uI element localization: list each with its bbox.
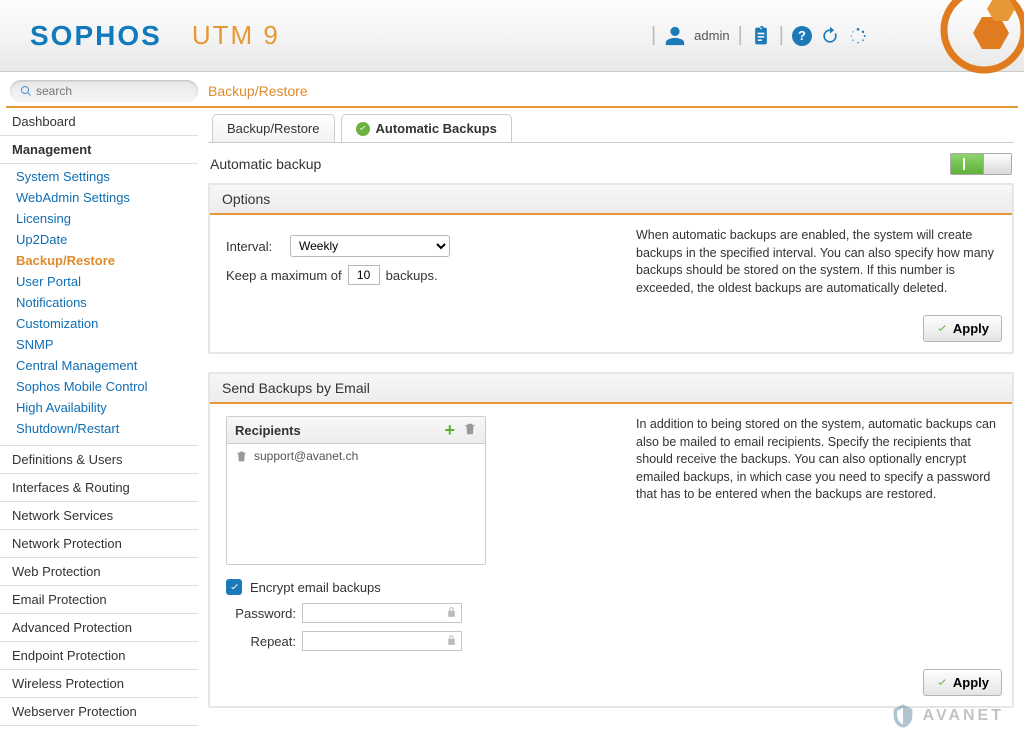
lock-icon [445, 634, 458, 647]
sidebar-section-management[interactable]: Management [0, 136, 198, 164]
button-label: Apply [953, 675, 989, 690]
refresh-icon[interactable] [820, 26, 840, 46]
repeat-label: Repeat: [226, 634, 296, 649]
recipient-row[interactable]: support@avanet.ch [227, 444, 485, 564]
sidebar-item-central-management[interactable]: Central Management [0, 355, 198, 376]
automatic-backup-toggle[interactable] [950, 153, 1012, 175]
sidebar-section-network-protection[interactable]: Network Protection [0, 530, 198, 558]
sidebar-item-user-portal[interactable]: User Portal [0, 271, 198, 292]
keep-suffix: backups. [386, 268, 438, 283]
breadcrumb: Backup/Restore [208, 83, 308, 99]
product-name: UTM 9 [192, 20, 280, 51]
sidebar-section-endpoint-protection[interactable]: Endpoint Protection [0, 642, 198, 670]
sidebar-item-system-settings[interactable]: System Settings [0, 166, 198, 187]
interval-select[interactable]: Weekly [290, 235, 450, 257]
check-icon [936, 323, 948, 335]
search-icon [20, 85, 32, 97]
recipients-label: Recipients [235, 423, 301, 438]
keep-max-input[interactable] [348, 265, 380, 285]
help-icon[interactable]: ? [792, 26, 812, 46]
tab-label: Automatic Backups [376, 121, 497, 136]
sidebar-section-interfaces[interactable]: Interfaces & Routing [0, 474, 198, 502]
encrypt-label: Encrypt email backups [250, 580, 381, 595]
sidebar-section-advanced-protection[interactable]: Advanced Protection [0, 614, 198, 642]
sidebar-item-shutdown-restart[interactable]: Shutdown/Restart [0, 418, 198, 439]
watermark-text: AVANET [923, 707, 1004, 725]
tab-label: Backup/Restore [227, 121, 320, 136]
recipients-box: Recipients + support@avanet.ch [226, 416, 486, 565]
encrypt-checkbox[interactable] [226, 579, 242, 595]
trash-icon[interactable] [235, 450, 248, 463]
apply-options-button[interactable]: Apply [923, 315, 1002, 342]
watermark: AVANET [889, 702, 1004, 730]
sidebar-item-webadmin-settings[interactable]: WebAdmin Settings [0, 187, 198, 208]
section-title: Automatic backup [210, 156, 321, 172]
panel-header: Send Backups by Email [210, 374, 1012, 404]
repeat-password-input[interactable] [302, 631, 462, 651]
search-field[interactable] [36, 84, 176, 98]
delete-recipient-icon[interactable] [463, 422, 477, 439]
password-label: Password: [226, 606, 296, 621]
sidebar: Dashboard Management System Settings Web… [0, 108, 198, 736]
check-icon [936, 677, 948, 689]
interval-label: Interval: [226, 239, 282, 254]
apply-email-button[interactable]: Apply [923, 669, 1002, 696]
password-input[interactable] [302, 603, 462, 623]
search-input[interactable] [10, 80, 198, 102]
options-help-text: When automatic backups are enabled, the … [636, 227, 996, 297]
loading-icon[interactable] [848, 26, 868, 46]
sidebar-item-sophos-mobile[interactable]: Sophos Mobile Control [0, 376, 198, 397]
separator: | [779, 24, 784, 47]
brand-logo: SOPHOS [30, 20, 162, 52]
add-recipient-icon[interactable]: + [444, 421, 455, 439]
options-panel: Options Interval: Weekly Keep a maximum … [208, 183, 1014, 354]
separator: | [651, 24, 656, 47]
app-header: SOPHOS UTM 9 | admin | | ? [0, 0, 1024, 72]
username[interactable]: admin [694, 28, 729, 43]
sidebar-item-up2date[interactable]: Up2Date [0, 229, 198, 250]
button-label: Apply [953, 321, 989, 336]
send-email-panel: Send Backups by Email Recipients + [208, 372, 1014, 708]
keep-prefix: Keep a maximum of [226, 268, 342, 283]
sidebar-item-dashboard[interactable]: Dashboard [0, 108, 198, 136]
sidebar-item-customization[interactable]: Customization [0, 313, 198, 334]
sidebar-section-definitions[interactable]: Definitions & Users [0, 446, 198, 474]
panel-header: Options [210, 185, 1012, 215]
recipient-email: support@avanet.ch [254, 449, 358, 463]
user-icon [664, 25, 686, 47]
hex-logo [894, 0, 1024, 78]
sidebar-item-high-availability[interactable]: High Availability [0, 397, 198, 418]
sidebar-item-backup-restore[interactable]: Backup/Restore [0, 250, 198, 271]
sidebar-item-notifications[interactable]: Notifications [0, 292, 198, 313]
check-icon [356, 122, 370, 136]
email-help-text: In addition to being stored on the syste… [636, 416, 996, 651]
tab-backup-restore[interactable]: Backup/Restore [212, 114, 335, 142]
sidebar-section-wireless-protection[interactable]: Wireless Protection [0, 670, 198, 698]
sidebar-section-network-services[interactable]: Network Services [0, 502, 198, 530]
sidebar-section-webserver-protection[interactable]: Webserver Protection [0, 698, 198, 726]
sidebar-item-licensing[interactable]: Licensing [0, 208, 198, 229]
lock-icon [445, 606, 458, 619]
tab-automatic-backups[interactable]: Automatic Backups [341, 114, 512, 142]
sidebar-item-snmp[interactable]: SNMP [0, 334, 198, 355]
sidebar-section-web-protection[interactable]: Web Protection [0, 558, 198, 586]
sidebar-section-email-protection[interactable]: Email Protection [0, 586, 198, 614]
separator: | [738, 24, 743, 47]
clipboard-icon[interactable] [751, 26, 771, 46]
